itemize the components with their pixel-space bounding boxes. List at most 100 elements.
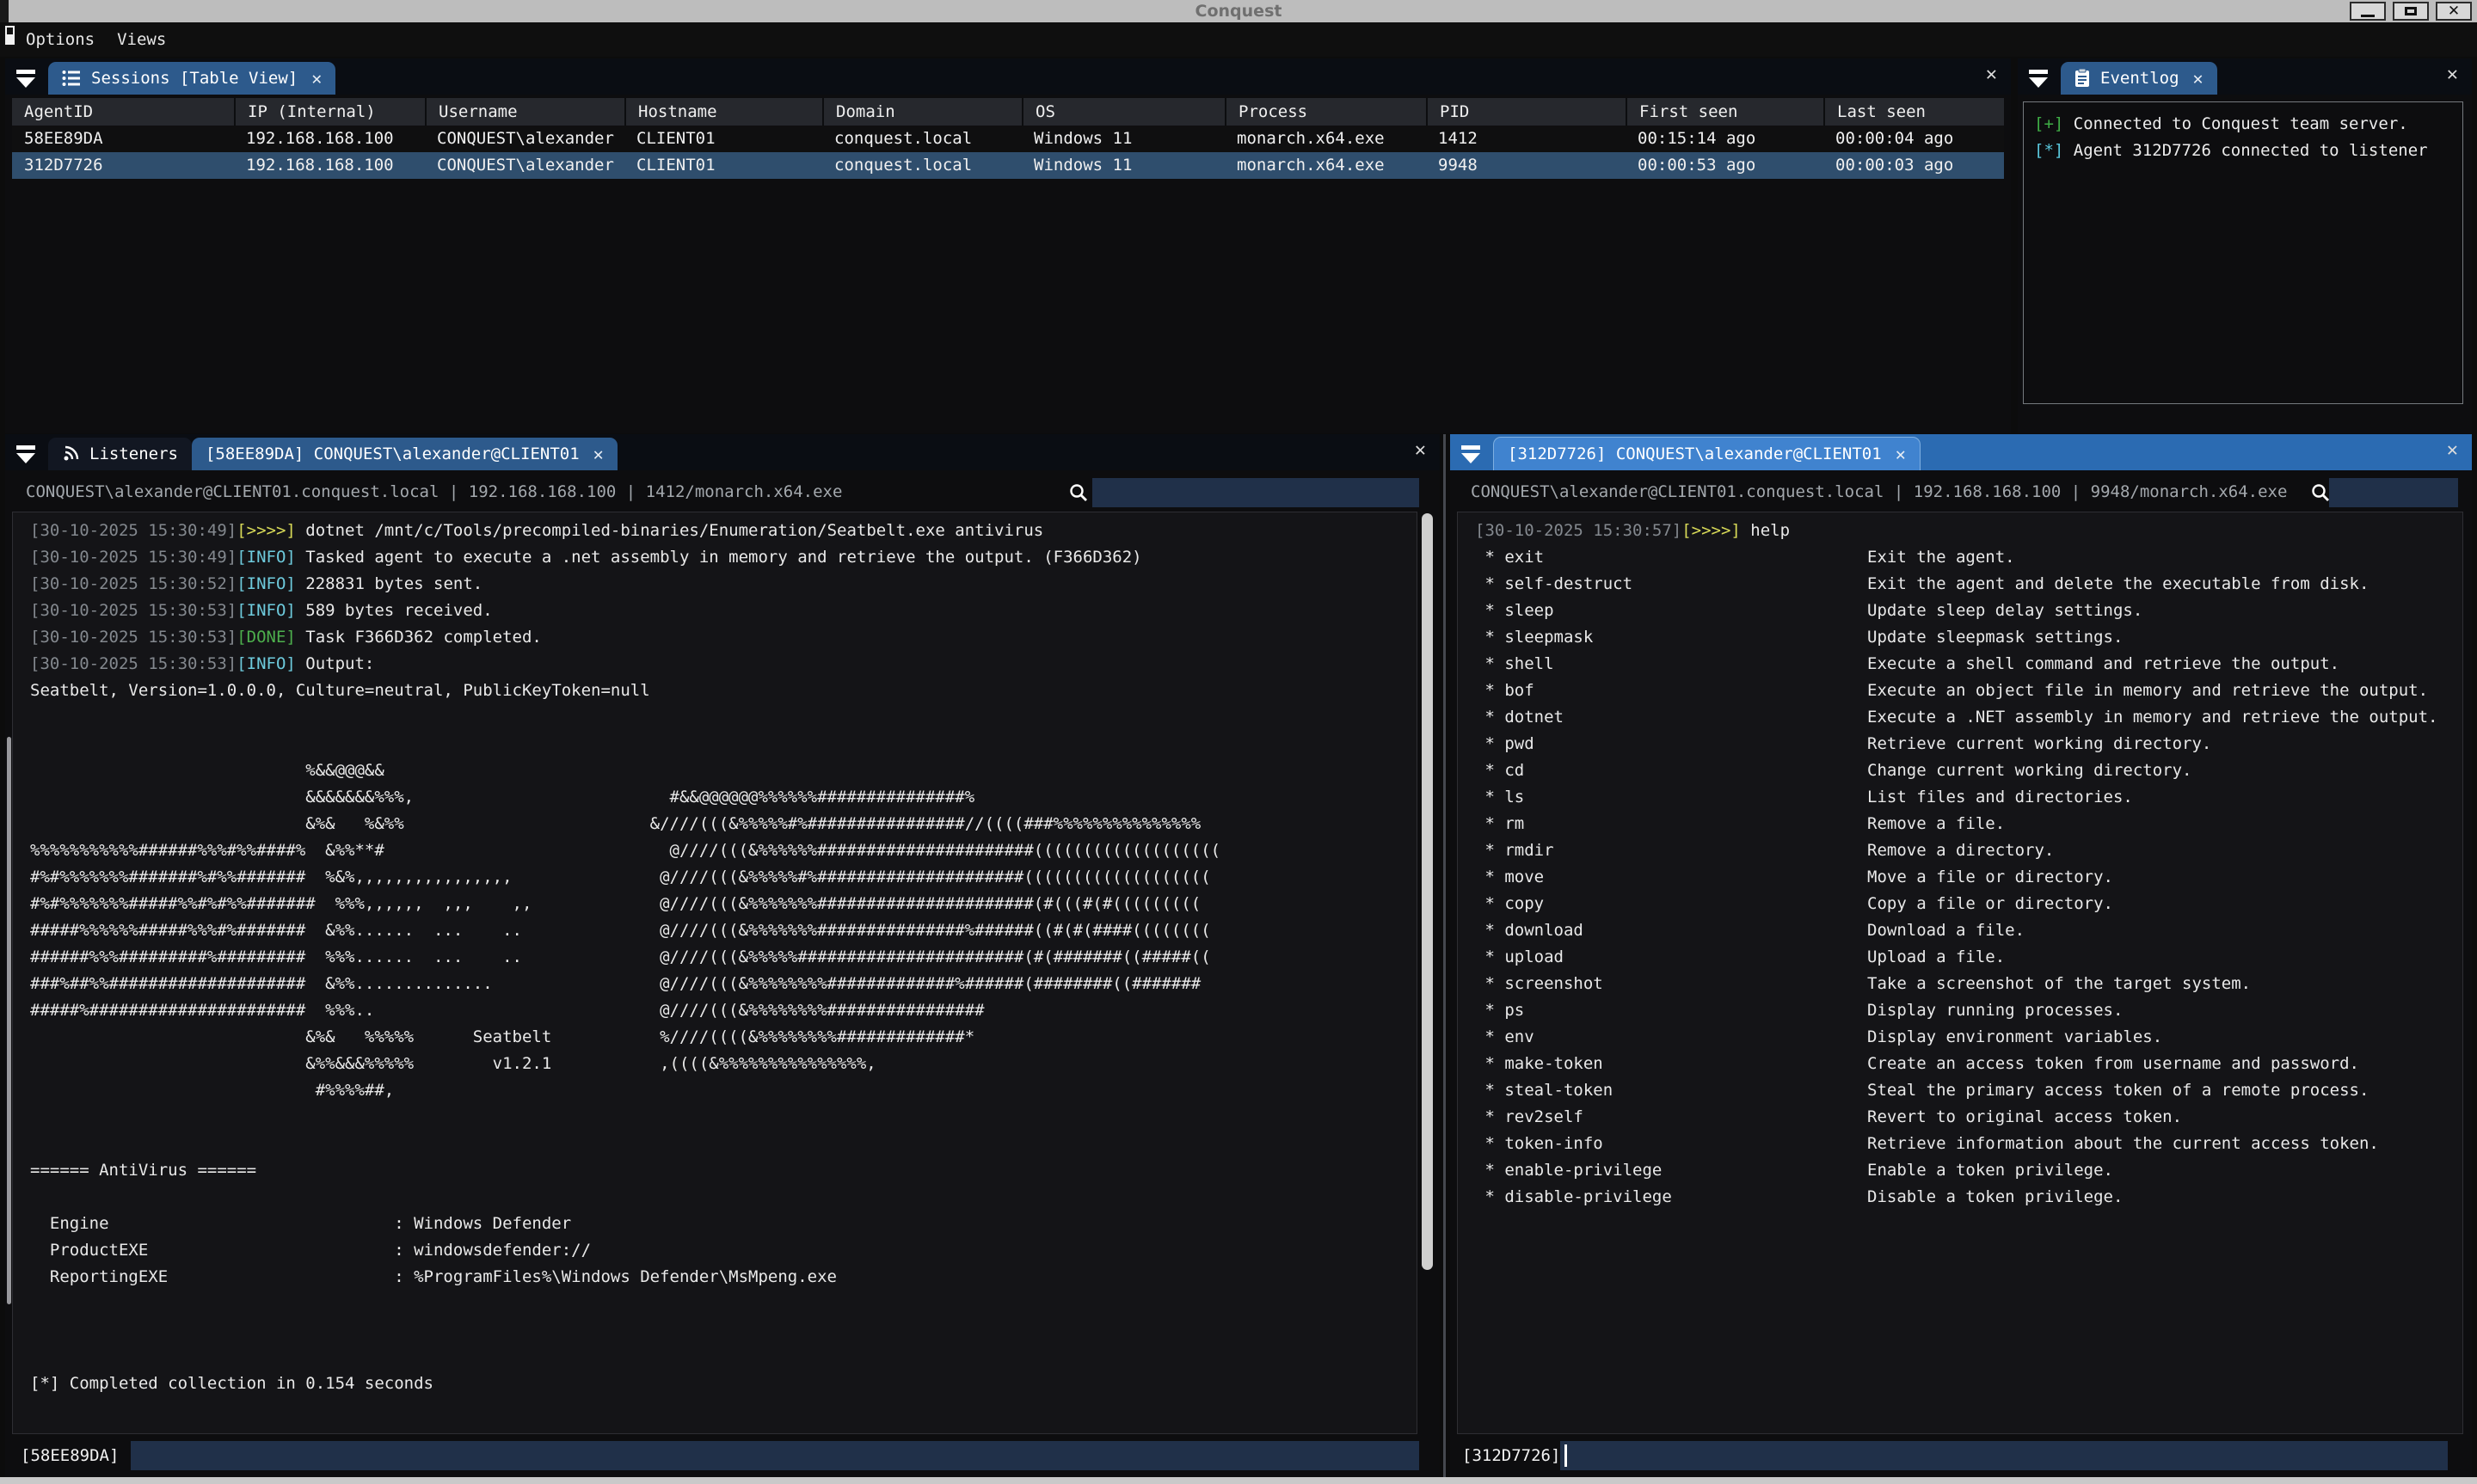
help-entry: * shellExecute a shell command and retri… (1475, 651, 2462, 678)
prompt-label-58EE89DA: [58EE89DA] (21, 1438, 119, 1474)
seatbelt-banner-line: %&&@@@&& (30, 757, 1417, 784)
sessions-panel-close-icon[interactable]: ✕ (1986, 64, 1997, 85)
help-entry: * sleepUpdate sleep delay settings. (1475, 598, 2462, 624)
column-header-pid[interactable]: PID (1426, 98, 1626, 126)
table-row[interactable]: 58EE89DA192.168.168.100CONQUEST\alexande… (12, 126, 2004, 152)
titlebar: Conquest ✕ (0, 0, 2477, 22)
help-entry: * disable-privilegeDisable a token privi… (1475, 1184, 2462, 1211)
column-header-agentid[interactable]: AgentID (12, 98, 234, 126)
left-console-tabrow: Listeners [58EE89DA] CONQUEST\alexander@… (5, 434, 1440, 470)
left-console-close-icon[interactable]: ✕ (1415, 439, 1426, 461)
output-field-line: ReportingEXE : %ProgramFiles%\Windows De… (30, 1264, 1417, 1291)
tab-listeners-label: Listeners (89, 445, 178, 463)
search-icon (2310, 482, 2331, 503)
tab-eventlog-close-icon[interactable]: ✕ (2193, 68, 2203, 89)
seatbelt-banner-line: &%%&&&%%%%% v1.2.1 ,((((&%%%%%%%%%%%%%%%… (30, 1051, 1417, 1077)
minimize-button[interactable] (2350, 2, 2386, 21)
collapse-panel-icon[interactable] (15, 68, 36, 89)
log-line: [30-10-2025 15:30:53][INFO] 589 bytes re… (30, 598, 1417, 624)
search-input[interactable] (2329, 478, 2458, 507)
log-timestamp: [30-10-2025 15:30:53] (30, 628, 237, 647)
seatbelt-banner-line: %%%%%%%%%%%######%%%#%%####% &%%**# @///… (30, 837, 1417, 864)
section-heading: ====== AntiVirus ====== (30, 1157, 1417, 1184)
session-cell: conquest.local (822, 152, 1022, 179)
text-cursor (1564, 1444, 1567, 1467)
panel-divider[interactable] (1443, 434, 1446, 1477)
tab-session-312D7726-close-icon[interactable]: ✕ (1896, 444, 1906, 464)
minimize-icon (2361, 15, 2375, 17)
log-tag: [INFO] (237, 548, 296, 567)
tab-session-58EE89DA-close-icon[interactable]: ✕ (593, 444, 604, 464)
help-command: * download (1475, 917, 1867, 944)
right-command-row: [312D7726] (1450, 1438, 2472, 1474)
help-command: * sleepmask (1475, 624, 1867, 651)
tab-eventlog-label: Eventlog (2100, 69, 2179, 88)
help-command: * disable-privilege (1475, 1184, 1867, 1211)
column-header-process[interactable]: Process (1225, 98, 1426, 126)
column-header-domain[interactable]: Domain (822, 98, 1022, 126)
column-header-last-seen[interactable]: Last seen (1823, 98, 2018, 126)
menu-options[interactable]: Options (26, 30, 95, 49)
table-row[interactable]: 312D7726192.168.168.100CONQUEST\alexande… (12, 152, 2004, 179)
output-field-line: ProductEXE : windowsdefender:// (30, 1237, 1417, 1264)
column-header-os[interactable]: OS (1022, 98, 1225, 126)
seatbelt-banner-line: #%#%%%%%%%#####%%#%#%%####### %%%,,,,,, … (30, 891, 1417, 917)
command-input-312D7726[interactable] (1560, 1441, 2448, 1470)
collapse-panel-icon[interactable] (1460, 444, 1481, 464)
seatbelt-banner-line: #%%%%##, (30, 1077, 1417, 1104)
menu-views[interactable]: Views (117, 30, 166, 49)
eventlog-entry: [+] Connected to Conquest team server. (2034, 111, 2462, 138)
log-tag: [INFO] (237, 654, 296, 673)
maximize-button[interactable] (2393, 2, 2429, 21)
log-line: [30-10-2025 15:30:53][DONE] Task F366D36… (30, 624, 1417, 651)
tab-sessions-close-icon[interactable]: ✕ (311, 68, 322, 89)
agent-console-58EE89DA: Listeners [58EE89DA] CONQUEST\alexander@… (5, 434, 1440, 1477)
terminal-output-312D7726[interactable]: [30-10-2025 15:30:57][>>>>] help * exitE… (1457, 512, 2463, 1434)
log-line: [30-10-2025 15:30:52][INFO] 228831 bytes… (30, 571, 1417, 598)
log-timestamp: [30-10-2025 15:30:49] (30, 548, 237, 567)
tab-listeners[interactable]: Listeners (48, 438, 192, 470)
close-button[interactable]: ✕ (2436, 2, 2472, 21)
left-scroll-indicator (7, 737, 11, 1304)
completed-line: [*] Completed collection in 0.154 second… (30, 1371, 1417, 1397)
help-entry: * lsList files and directories. (1475, 784, 2462, 811)
help-command: * exit (1475, 544, 1867, 571)
collapse-panel-icon[interactable] (2028, 68, 2049, 89)
log-line: [30-10-2025 15:30:49][INFO] Tasked agent… (30, 544, 1417, 571)
log-timestamp: [30-10-2025 15:30:53] (30, 601, 237, 620)
session-cell: 9948 (1426, 152, 1626, 179)
search-icon (1068, 482, 1089, 503)
prompt-label-312D7726: [312D7726] (1462, 1438, 1560, 1474)
help-description: Steal the primary access token of a remo… (1867, 1077, 2369, 1104)
tab-eventlog[interactable]: Eventlog ✕ (2061, 62, 2217, 95)
column-header-ip-internal-[interactable]: IP (Internal) (234, 98, 425, 126)
session-cell: CONQUEST\alexander (425, 152, 624, 179)
right-console-close-icon[interactable]: ✕ (2447, 439, 2458, 461)
search-input[interactable] (1092, 478, 1419, 507)
help-description: Take a screenshot of the target system. (1867, 971, 2251, 997)
listener-icon (62, 445, 79, 463)
help-description: Exit the agent and delete the executable… (1867, 571, 2369, 598)
command-input-58EE89DA[interactable] (131, 1441, 1419, 1470)
window-controls: ✕ (2350, 2, 2472, 21)
log-timestamp: [30-10-2025 15:30:49] (30, 521, 237, 540)
seatbelt-banner-line: #####%%%%%%#####%%%#%####### &%%...... .… (30, 917, 1417, 944)
terminal-scrollbar[interactable] (1422, 513, 1433, 1270)
help-entry: * sleepmaskUpdate sleepmask settings. (1475, 624, 2462, 651)
column-header-username[interactable]: Username (425, 98, 624, 126)
tab-session-312D7726[interactable]: [312D7726] CONQUEST\alexander@CLIENT01 ✕ (1493, 437, 1921, 470)
terminal-output-58EE89DA[interactable]: [30-10-2025 15:30:49][>>>>] dotnet /mnt/… (12, 512, 1417, 1434)
log-tag: [INFO] (237, 574, 296, 593)
session-cell: CONQUEST\alexander (425, 126, 624, 152)
blank-line (30, 1344, 1417, 1371)
tab-sessions[interactable]: Sessions [Table View] ✕ (48, 62, 335, 95)
collapse-panel-icon[interactable] (15, 444, 36, 464)
help-description: Disable a token privilege. (1867, 1184, 2123, 1211)
help-command: * env (1475, 1024, 1867, 1051)
tab-session-58EE89DA[interactable]: [58EE89DA] CONQUEST\alexander@CLIENT01 ✕ (192, 438, 618, 470)
column-header-first-seen[interactable]: First seen (1626, 98, 1823, 126)
eventlog-panel-close-icon[interactable]: ✕ (2447, 64, 2458, 85)
help-entry: * pwdRetrieve current working directory. (1475, 731, 2462, 757)
help-command: * screenshot (1475, 971, 1867, 997)
column-header-hostname[interactable]: Hostname (624, 98, 822, 126)
